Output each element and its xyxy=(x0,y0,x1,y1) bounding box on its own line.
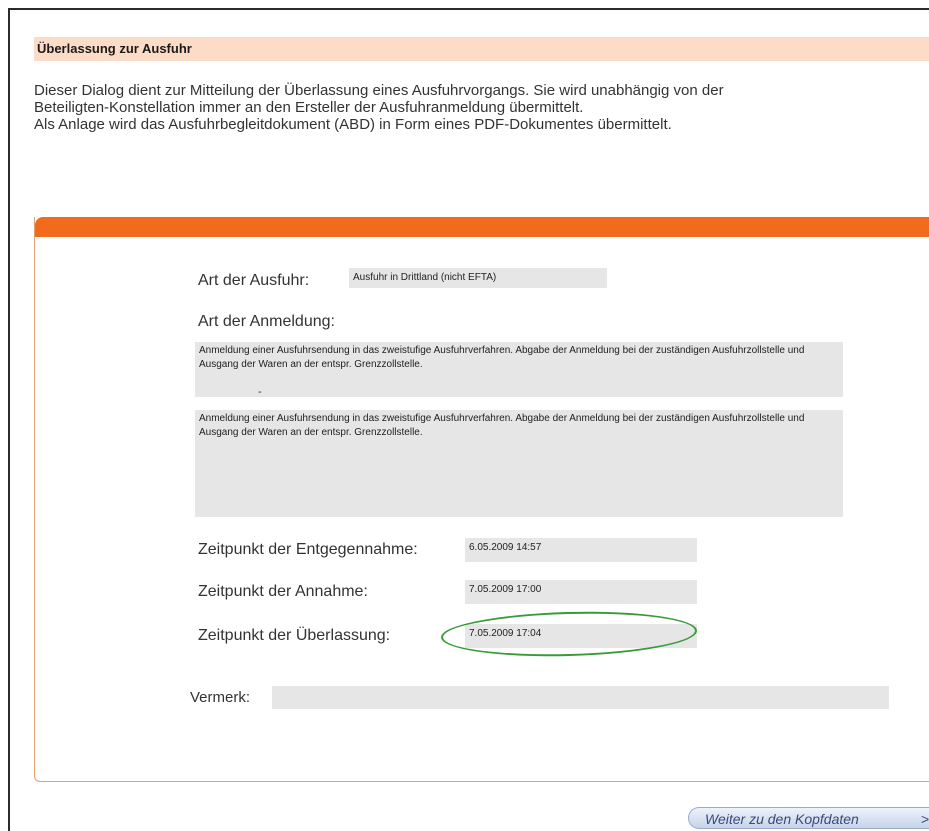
intro-line-1: Dieser Dialog dient zur Mitteilung der Ü… xyxy=(34,82,724,99)
panel-header-bar xyxy=(35,217,929,237)
entgegennahme-value: 6.05.2009 14:57 xyxy=(469,542,542,553)
anmeldung-detail-field[interactable]: Anmeldung einer Ausfuhrsendung in das zw… xyxy=(195,410,843,517)
section-header: Überlassung zur Ausfuhr xyxy=(34,37,929,61)
art-ausfuhr-field[interactable]: Ausfuhr in Drittland (nicht EFTA) xyxy=(349,268,607,288)
next-button-label: Weiter zu den Kopfdaten xyxy=(705,811,859,827)
page-title: Überlassung zur Ausfuhr xyxy=(37,41,192,56)
entgegennahme-label: Zeitpunkt der Entgegennahme: xyxy=(198,541,418,558)
intro-line-2: Beteiligten-Konstellation immer an den E… xyxy=(34,99,584,116)
vermerk-field[interactable] xyxy=(272,686,889,709)
chevron-right-icon: > xyxy=(921,811,929,827)
annahme-label: Zeitpunkt der Annahme: xyxy=(198,583,368,600)
art-ausfuhr-label: Art der Ausfuhr: xyxy=(198,272,310,289)
annahme-value: 7.05.2009 17:00 xyxy=(469,584,542,595)
art-anmeldung-field[interactable]: Anmeldung einer Ausfuhrsendung in das zw… xyxy=(195,342,843,397)
intro-text: Dieser Dialog dient zur Mitteilung der Ü… xyxy=(34,82,924,133)
entgegennahme-field[interactable]: 6.05.2009 14:57 xyxy=(465,538,697,562)
vermerk-label: Vermerk: xyxy=(190,689,251,706)
ueberlassung-label: Zeitpunkt der Überlassung: xyxy=(198,627,391,644)
intro-line-3: Als Anlage wird das Ausfuhrbegleitdokume… xyxy=(34,116,672,133)
annahme-field[interactable]: 7.05.2009 17:00 xyxy=(465,580,697,604)
art-anmeldung-label: Art der Anmeldung: xyxy=(198,313,335,330)
art-anmeldung-separator: - xyxy=(258,386,262,398)
next-header-data-button[interactable]: Weiter zu den Kopfdaten > xyxy=(688,807,929,829)
art-ausfuhr-value: Ausfuhr in Drittland (nicht EFTA) xyxy=(353,272,497,283)
